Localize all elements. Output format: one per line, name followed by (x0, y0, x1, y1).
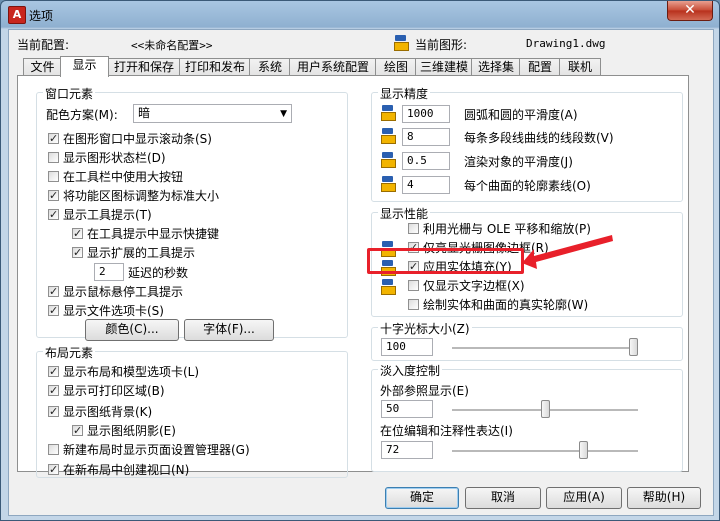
autocad-logo-icon: A (8, 6, 26, 24)
tab-files[interactable]: 文件 (23, 58, 62, 76)
window-elements-title: 窗口元素 (43, 85, 96, 102)
fonts-button[interactable]: 字体(F)... (184, 319, 274, 341)
display-tab-panel: 窗口元素 配色方案(M): 暗 ▼ 在图形窗口中显示滚动条(S) 显示图形状态栏… (17, 75, 689, 478)
delay-seconds-input[interactable]: 2 (94, 263, 124, 281)
apply-button[interactable]: 应用(A) (546, 487, 622, 509)
arc-smoothness-input[interactable]: 1000 (402, 105, 450, 123)
drawing-setting-icon (381, 176, 396, 192)
drawing-setting-icon (381, 128, 396, 144)
window-elements-group: 窗口元素 配色方案(M): 暗 ▼ 在图形窗口中显示滚动条(S) 显示图形状态栏… (36, 85, 348, 341)
contour-lines-input[interactable]: 4 (402, 176, 450, 194)
color-scheme-label: 配色方案(M): (46, 108, 118, 122)
drawing-setting-icon (381, 279, 396, 295)
tab-selection[interactable]: 选择集 (471, 58, 521, 76)
current-drawing-value: Drawing1.dwg (526, 37, 606, 50)
chevron-down-icon: ▼ (280, 109, 287, 119)
crosshair-size-group: 十字光标大小(Z) 100 (371, 320, 683, 361)
crosshair-size-input[interactable]: 100 (381, 338, 433, 356)
polyline-segments-label: 每条多段线曲线的线段数(V) (464, 131, 614, 145)
xref-fade-slider-thumb[interactable] (540, 400, 550, 418)
current-profile-value: <<未命名配置>> (131, 39, 213, 52)
xref-display-label: 外部参照显示(E) (380, 384, 469, 398)
crosshair-size-slider-track (452, 347, 638, 350)
tab-3d-modeling[interactable]: 三维建模 (415, 58, 473, 76)
xref-fade-input[interactable]: 50 (381, 400, 433, 418)
crosshair-size-slider-thumb[interactable] (629, 338, 638, 356)
render-smoothness-label: 渲染对象的平滑度(J) (464, 155, 573, 169)
polyline-segments-input[interactable]: 8 (402, 128, 450, 146)
delay-seconds-label: 延迟的秒数 (128, 266, 189, 280)
display-resolution-title: 显示精度 (378, 85, 431, 102)
tab-user-preferences[interactable]: 用户系统配置 (289, 58, 377, 76)
window-title: 选项 (29, 9, 54, 23)
tab-online[interactable]: 联机 (559, 58, 601, 76)
tab-plot-publish[interactable]: 打印和发布 (179, 58, 251, 76)
annotation-highlight-box (367, 248, 524, 274)
drawing-setting-icon (381, 105, 396, 121)
display-performance-title: 显示性能 (378, 205, 431, 222)
contour-lines-label: 每个曲面的轮廓素线(O) (464, 179, 591, 193)
annotation-arrow-icon (522, 235, 613, 269)
ok-button[interactable]: 确定 (385, 487, 459, 509)
close-button[interactable]: ✕ (667, 1, 713, 21)
render-smoothness-input[interactable]: 0.5 (402, 152, 450, 170)
color-scheme-select[interactable]: 暗 ▼ (133, 104, 292, 123)
drawing-setting-icon (381, 152, 396, 168)
layout-elements-title: 布局元素 (43, 344, 96, 361)
arc-smoothness-label: 圆弧和圆的平滑度(A) (464, 108, 578, 122)
fade-control-group: 淡入度控制 外部参照显示(E) 50 在位编辑和注释性表达(I) 72 (371, 362, 683, 472)
crosshair-size-title: 十字光标大小(Z) (378, 320, 472, 337)
options-dialog: A 选项 ✕ 当前配置: <<未命名配置>> 当前图形: Drawing1.dw… (0, 0, 720, 521)
inplace-edit-label: 在位编辑和注释性表达(I) (380, 424, 513, 438)
title-bar: A 选项 ✕ (1, 1, 719, 29)
fade-control-title: 淡入度控制 (378, 362, 443, 379)
tab-system[interactable]: 系统 (249, 58, 291, 76)
layout-elements-group: 布局元素 显示布局和模型选项卡(L) 显示可打印区域(B) 显示图纸背景(K) … (36, 344, 348, 478)
color-scheme-value: 暗 (138, 106, 151, 120)
tab-profiles[interactable]: 配置 (519, 58, 561, 76)
colors-button[interactable]: 颜色(C)... (85, 319, 179, 341)
inplace-fade-slider-thumb[interactable] (579, 441, 589, 459)
display-resolution-group: 显示精度 1000 圆弧和圆的平滑度(A) 8 每条多段线曲线的线段数(V) 0… (371, 85, 683, 202)
current-drawing-label: 当前图形: (415, 38, 468, 52)
help-button[interactable]: 帮助(H) (627, 487, 701, 509)
tab-open-save[interactable]: 打开和保存 (107, 58, 181, 76)
cancel-button[interactable]: 取消 (465, 487, 541, 509)
inplace-fade-input[interactable]: 72 (381, 441, 433, 459)
inplace-fade-slider-track (452, 450, 638, 453)
tab-drafting[interactable]: 绘图 (375, 58, 417, 76)
drawing-icon (394, 35, 409, 51)
current-profile-label: 当前配置: (17, 38, 70, 52)
tab-display[interactable]: 显示 (60, 56, 109, 77)
